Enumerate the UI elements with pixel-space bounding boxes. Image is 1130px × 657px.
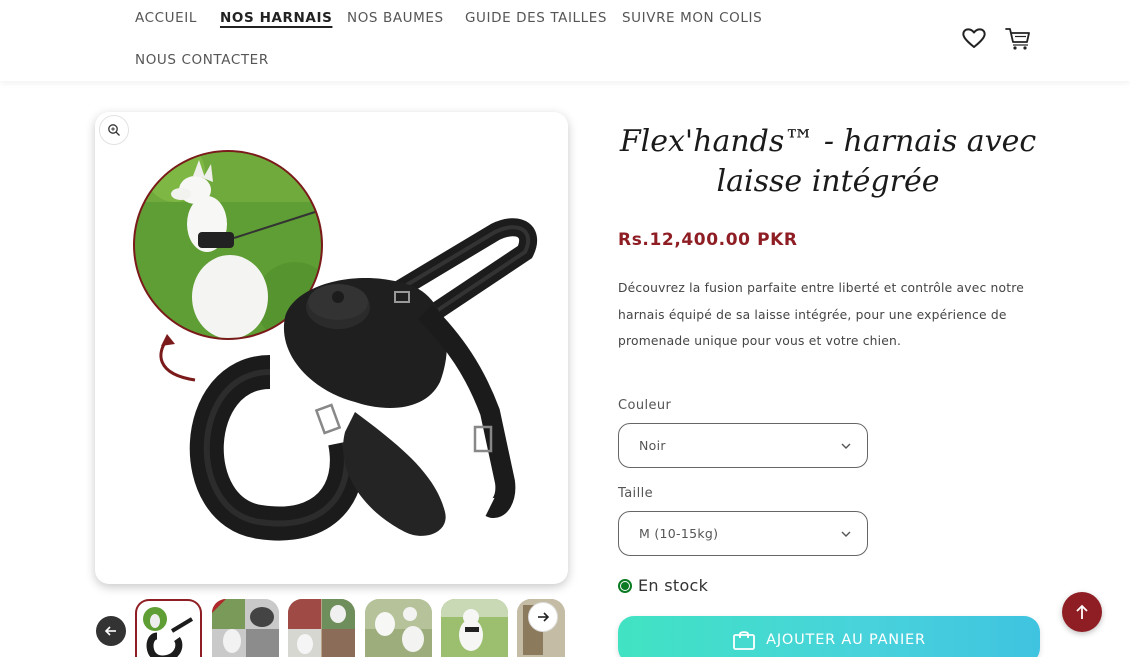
add-to-cart-button[interactable]: AJOUTER AU PANIER — [618, 616, 1040, 657]
arrow-up-icon — [1076, 604, 1088, 619]
thumbnail-strip — [95, 596, 565, 657]
arrow-left-icon[interactable] — [96, 616, 126, 646]
thumbnail[interactable] — [212, 599, 279, 657]
color-select[interactable]: Noir — [618, 423, 868, 468]
size-select[interactable]: M (10-15kg) — [618, 511, 868, 556]
shopping-bag-icon — [733, 631, 756, 650]
nav-item-nos-harnais[interactable]: NOS HARNAIS — [220, 10, 332, 26]
stock-text: En stock — [638, 576, 709, 595]
color-label: Couleur — [618, 398, 672, 413]
stock-status: En stock — [618, 576, 708, 595]
thumbnail[interactable] — [135, 599, 202, 657]
size-label: Taille — [618, 486, 653, 501]
size-select-value: M (10-15kg) — [639, 526, 719, 541]
heart-icon[interactable] — [960, 24, 988, 52]
cart-icon[interactable] — [1004, 24, 1032, 52]
site-header: ACCUEIL NOS HARNAIS NOS BAUMES GUIDE DES… — [0, 0, 1130, 81]
nav-item-nous-contacter[interactable]: NOUS CONTACTER — [135, 52, 269, 68]
thumbnail[interactable] — [365, 599, 432, 657]
product-description: Découvrez la fusion parfaite entre liber… — [618, 281, 1025, 348]
nav-item-suivre-mon-colis[interactable]: SUIVRE MON COLIS — [622, 10, 762, 26]
nav-item-guide-des-tailles[interactable]: GUIDE DES TAILLES — [465, 10, 607, 26]
product-main-image[interactable] — [95, 112, 568, 584]
scroll-to-top-button[interactable] — [1062, 592, 1102, 632]
thumbnail[interactable] — [441, 599, 508, 657]
product-title: Flex'hands™ - harnais avec laisse intégr… — [619, 124, 1037, 199]
product-price: Rs.12,400.00 PKR — [618, 230, 798, 250]
thumbnail[interactable] — [288, 599, 355, 657]
arrow-right-icon[interactable] — [528, 602, 558, 632]
chevron-down-icon — [841, 443, 851, 449]
nav-item-accueil[interactable]: ACCUEIL — [135, 10, 197, 26]
chevron-down-icon — [841, 531, 851, 537]
nav-item-nos-baumes[interactable]: NOS BAUMES — [347, 10, 444, 26]
stock-indicator-icon — [618, 578, 632, 593]
add-to-cart-label: AJOUTER AU PANIER — [766, 632, 926, 648]
color-select-value: Noir — [639, 438, 666, 453]
zoom-icon[interactable] — [99, 115, 129, 145]
